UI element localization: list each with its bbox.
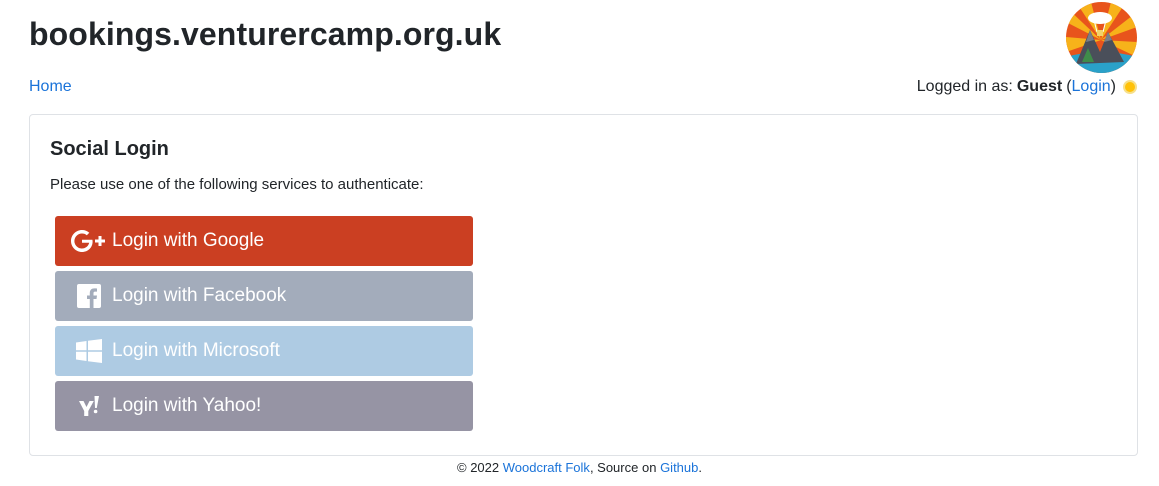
login-microsoft-label: Login with Microsoft: [112, 340, 280, 361]
footer-woodcraft-link[interactable]: Woodcraft Folk: [503, 460, 590, 475]
user-status: Logged in as: Guest ( Login ): [917, 78, 1137, 96]
card-title: Social Login: [50, 138, 169, 160]
page: bookings.venturercamp.org.uk Home Logged…: [0, 0, 1159, 486]
user-name: Guest: [1016, 78, 1063, 95]
logged-in-label: Logged in as:: [916, 78, 1013, 95]
card-instruction: Please use one of the following services…: [50, 176, 424, 193]
social-login-card: Social Login Please use one of the follo…: [29, 114, 1138, 456]
login-link[interactable]: Login: [1072, 78, 1111, 96]
site-title: bookings.venturercamp.org.uk: [29, 16, 502, 52]
login-google-button[interactable]: Login with Google: [55, 216, 473, 266]
footer: © 2022 Woodcraft Folk, Source on Github.: [0, 460, 1159, 476]
venturer-camp-logo-icon[interactable]: [1066, 2, 1137, 73]
login-paren-close: ): [1110, 78, 1116, 95]
facebook-icon: [69, 284, 109, 308]
google-plus-icon: [69, 230, 109, 252]
footer-github-link[interactable]: Github: [660, 460, 698, 475]
nav-home-link[interactable]: Home: [29, 78, 72, 96]
login-facebook-label: Login with Facebook: [112, 285, 287, 306]
footer-source-text: , Source on: [589, 460, 657, 475]
yahoo-icon: [69, 396, 109, 416]
login-yahoo-button[interactable]: Login with Yahoo!: [55, 381, 473, 431]
footer-copyright: © 2022: [457, 460, 500, 475]
login-microsoft-button[interactable]: Login with Microsoft: [55, 326, 473, 376]
login-facebook-button[interactable]: Login with Facebook: [55, 271, 473, 321]
windows-icon: [69, 339, 109, 363]
footer-end: .: [698, 460, 702, 475]
sun-icon[interactable]: [1123, 80, 1137, 94]
login-google-label: Login with Google: [112, 230, 265, 251]
login-yahoo-label: Login with Yahoo!: [112, 395, 262, 416]
